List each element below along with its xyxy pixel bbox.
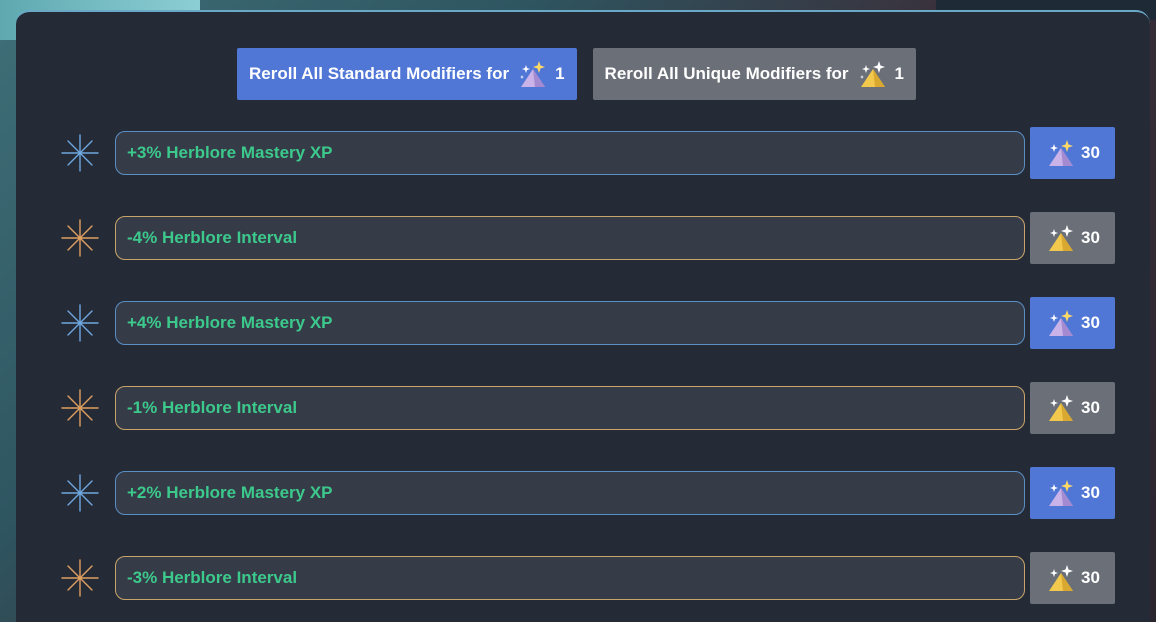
reroll-modifier-button[interactable]: 30 <box>1030 212 1115 264</box>
modifier-row: +2% Herblore Mastery XP 30 <box>0 463 1156 523</box>
reroll-cost: 30 <box>1081 143 1100 162</box>
reroll-modifier-button[interactable]: 30 <box>1030 297 1115 349</box>
ancient-shard-icon <box>1049 310 1074 336</box>
reroll-cost: 30 <box>1081 483 1100 502</box>
modifier-field: -4% Herblore Interval <box>115 216 1025 260</box>
modifier-field: +3% Herblore Mastery XP <box>115 131 1025 175</box>
modifier-field: +4% Herblore Mastery XP <box>115 301 1025 345</box>
reroll-modifier-button[interactable]: 30 <box>1030 382 1115 434</box>
reroll-modifier-button[interactable]: 30 <box>1030 127 1115 179</box>
reroll-all-standard-label: Reroll All Standard Modifiers for <box>249 64 510 83</box>
modifier-row: +4% Herblore Mastery XP 30 <box>0 293 1156 353</box>
modifier-field: +2% Herblore Mastery XP <box>115 471 1025 515</box>
unique-modifier-star-icon <box>61 389 99 427</box>
ancient-shard-icon <box>859 61 885 87</box>
reroll-all-unique-cost: 1 <box>894 64 905 83</box>
reroll-all-unique-button[interactable]: Reroll All Unique Modifiers for 1 <box>592 48 917 100</box>
reroll-all-standard-button[interactable]: Reroll All Standard Modifiers for 1 <box>237 48 577 100</box>
modifier-field: -3% Herblore Interval <box>115 556 1025 600</box>
reroll-cost: 30 <box>1081 228 1100 247</box>
standard-modifier-star-icon <box>61 134 99 172</box>
unique-modifier-star-icon <box>61 559 99 597</box>
ancient-shard-icon <box>1049 140 1074 166</box>
ancient-shard-icon <box>1049 395 1074 421</box>
ancient-shard-icon <box>1049 565 1074 591</box>
reroll-cost: 30 <box>1081 568 1100 587</box>
ancient-shard-icon <box>1049 480 1074 506</box>
reroll-all-standard-cost: 1 <box>555 64 565 83</box>
modifier-row: -1% Herblore Interval 30 <box>0 378 1156 438</box>
reroll-all-unique-label: Reroll All Unique Modifiers for <box>604 64 849 83</box>
modifier-row: -3% Herblore Interval 30 <box>0 548 1156 608</box>
standard-modifier-star-icon <box>61 304 99 342</box>
unique-modifier-star-icon <box>61 219 99 257</box>
reroll-modifier-button[interactable]: 30 <box>1030 467 1115 519</box>
reroll-modifier-button[interactable]: 30 <box>1030 552 1115 604</box>
reroll-cost: 30 <box>1081 398 1100 417</box>
standard-modifier-star-icon <box>61 474 99 512</box>
modifier-row: -4% Herblore Interval 30 <box>0 208 1156 268</box>
modifier-field: -1% Herblore Interval <box>115 386 1025 430</box>
ancient-shard-icon <box>1049 225 1074 251</box>
reroll-cost: 30 <box>1081 313 1100 332</box>
modifier-row: +3% Herblore Mastery XP 30 <box>0 123 1156 183</box>
top-button-bar: Reroll All Standard Modifiers for 1 Rero… <box>237 48 917 100</box>
ancient-shard-icon <box>520 61 546 87</box>
